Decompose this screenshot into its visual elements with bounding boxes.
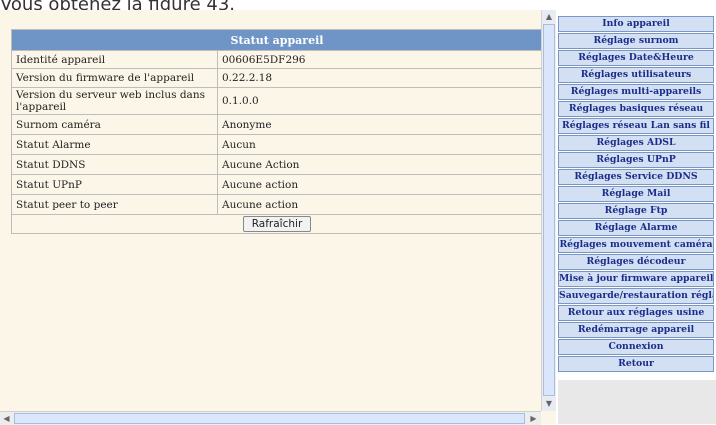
menu-item-sauvegarde[interactable]: Sauvegarde/restauration réglages xyxy=(558,288,714,304)
menu-item-lan-sans-fil[interactable]: Réglages réseau Lan sans fil xyxy=(558,118,714,134)
refresh-button[interactable]: Rafraîchir xyxy=(242,216,312,232)
device-status-table: Statut appareil Identité appareil 00606E… xyxy=(11,29,543,234)
table-row: Statut Alarme Aucun xyxy=(11,134,543,155)
row-value: Aucune action xyxy=(217,194,543,215)
row-label: Surnom caméra xyxy=(11,114,218,135)
table-row: Surnom caméra Anonyme xyxy=(11,114,543,135)
row-value: 0.22.2.18 xyxy=(217,68,543,88)
menu-item-adsl[interactable]: Réglages ADSL xyxy=(558,135,714,151)
menu-item-date-heure[interactable]: Réglages Date&Heure xyxy=(558,50,714,66)
menu-item-upnp[interactable]: Réglages UPnP xyxy=(558,152,714,168)
row-label: Version du serveur web inclus dans l'app… xyxy=(11,87,218,115)
menu-item-mouvement-camera[interactable]: Réglages mouvement caméra xyxy=(558,237,714,253)
row-value: 0.1.0.0 xyxy=(217,87,543,115)
row-label: Version du firmware de l'appareil xyxy=(11,68,218,88)
row-value: 00606E5DF296 xyxy=(217,50,543,69)
menu-item-reglage-surnom[interactable]: Réglage surnom xyxy=(558,33,714,49)
table-row: Version du serveur web inclus dans l'app… xyxy=(11,87,543,115)
button-cell: Rafraîchir xyxy=(11,214,543,234)
menu-item-ddns[interactable]: Réglages Service DDNS xyxy=(558,169,714,185)
menu-item-retour[interactable]: Retour xyxy=(558,356,714,372)
menu-item-redemarrage[interactable]: Redémarrage appareil xyxy=(558,322,714,338)
menu-item-decodeur[interactable]: Réglages décodeur xyxy=(558,254,714,270)
menu-item-utilisateurs[interactable]: Réglages utilisateurs xyxy=(558,67,714,83)
row-label: Statut UPnP xyxy=(11,174,218,195)
scroll-left-icon[interactable]: ◀ xyxy=(0,412,13,425)
menu-item-firmware[interactable]: Mise à jour firmware appareil xyxy=(558,271,714,287)
vertical-scrollbar[interactable]: ▲ ▼ xyxy=(541,10,556,411)
menu-item-mail[interactable]: Réglage Mail xyxy=(558,186,714,202)
table-row: Statut peer to peer Aucune action xyxy=(11,194,543,215)
scroll-up-icon[interactable]: ▲ xyxy=(543,10,555,23)
table-row: Statut DDNS Aucune Action xyxy=(11,154,543,175)
horizontal-scroll-thumb[interactable] xyxy=(14,413,525,424)
row-value: Anonyme xyxy=(217,114,543,135)
row-label: Statut peer to peer xyxy=(11,194,218,215)
menu-footer-area xyxy=(558,380,716,424)
menu-item-info-appareil[interactable]: Info appareil xyxy=(558,16,714,32)
menu-item-basiques-reseau[interactable]: Réglages basiques réseau xyxy=(558,101,714,117)
vertical-scroll-thumb[interactable] xyxy=(543,24,555,396)
table-row: Identité appareil 00606E5DF296 xyxy=(11,50,543,69)
table-row: Version du firmware de l'appareil 0.22.2… xyxy=(11,68,543,88)
settings-menu: Info appareil Réglage surnom Réglages Da… xyxy=(558,16,714,373)
table-title: Statut appareil xyxy=(11,29,543,51)
table-header-row: Statut appareil xyxy=(11,29,543,51)
menu-item-reglages-usine[interactable]: Retour aux réglages usine xyxy=(558,305,714,321)
row-value: Aucun xyxy=(217,134,543,155)
row-label: Statut Alarme xyxy=(11,134,218,155)
row-value: Aucune action xyxy=(217,174,543,195)
menu-item-alarme[interactable]: Réglage Alarme xyxy=(558,220,714,236)
menu-item-ftp[interactable]: Réglage Ftp xyxy=(558,203,714,219)
row-value: Aucune Action xyxy=(217,154,543,175)
horizontal-scrollbar[interactable]: ◀ ▶ xyxy=(0,411,541,425)
menu-item-multi-appareils[interactable]: Réglages multi-appareils xyxy=(558,84,714,100)
scroll-right-icon[interactable]: ▶ xyxy=(527,412,540,425)
scroll-down-icon[interactable]: ▼ xyxy=(543,397,555,410)
row-label: Statut DDNS xyxy=(11,154,218,175)
button-row: Rafraîchir xyxy=(11,214,543,234)
row-label: Identité appareil xyxy=(11,50,218,69)
menu-item-connexion[interactable]: Connexion xyxy=(558,339,714,355)
table-row: Statut UPnP Aucune action xyxy=(11,174,543,195)
